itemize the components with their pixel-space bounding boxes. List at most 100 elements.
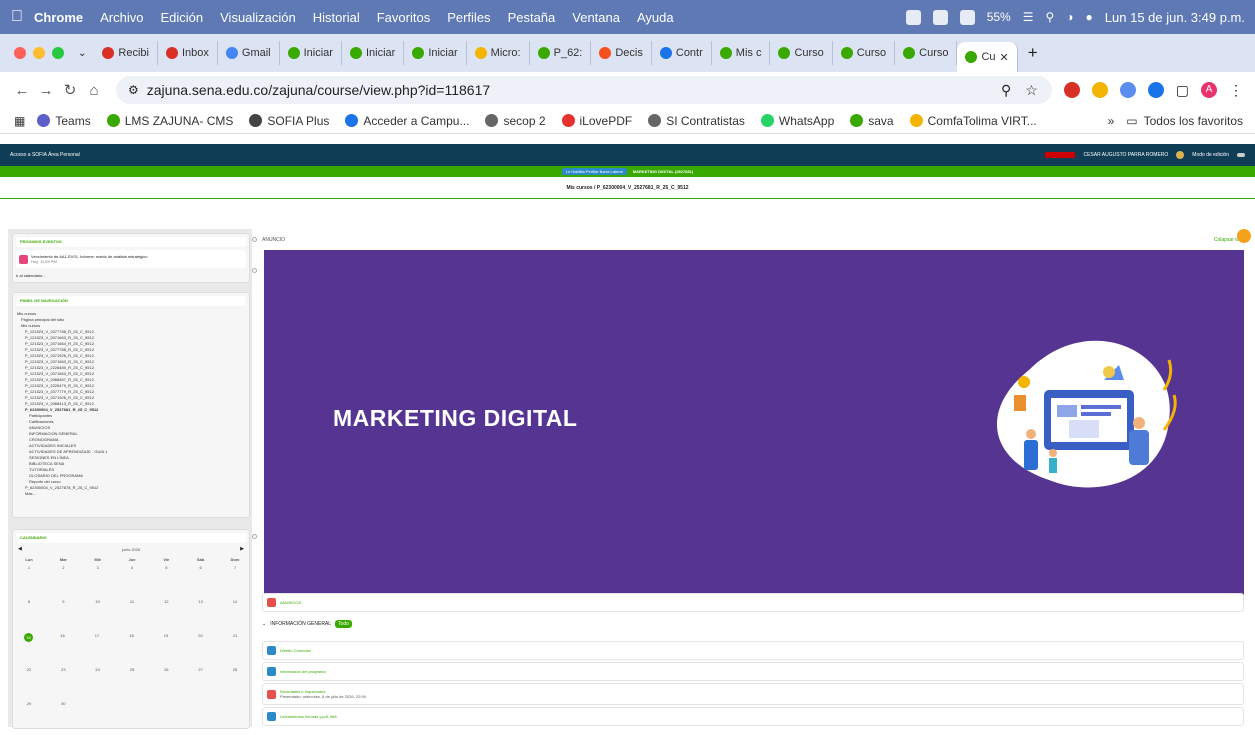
event-item[interactable]: Vencimiento de AA1-EV01. Informe: matriz…	[16, 250, 246, 268]
calendar-day[interactable]: 29	[19, 701, 39, 706]
calendar-day[interactable]: 18	[122, 633, 142, 638]
tab-6[interactable]: Micro:	[467, 41, 530, 65]
calendar-day[interactable]: 14	[225, 599, 245, 604]
url-field[interactable]: ⚙ zajuna.sena.edu.co/zajuna/course/view.…	[116, 76, 1052, 104]
minimize-window-button[interactable]	[33, 47, 45, 59]
tab-1[interactable]: Inbox	[158, 41, 218, 65]
calendar-day[interactable]: 30	[53, 701, 73, 706]
calendar-day[interactable]: 22	[19, 667, 39, 672]
calendar-day[interactable]: 17	[87, 633, 107, 638]
tab-10[interactable]: Mis c	[712, 41, 771, 65]
drag-handle[interactable]	[252, 237, 257, 242]
search-icon[interactable]: ⚲	[1045, 10, 1054, 24]
menu-edicion[interactable]: Edición	[160, 10, 203, 25]
anuncios-activity[interactable]: ANUNCIOS	[262, 593, 1244, 612]
tab-4[interactable]: Iniciar	[342, 41, 405, 65]
activity-link[interactable]: Diseño Curricular	[280, 648, 311, 653]
section-title[interactable]: INFORMACIÓN GENERAL	[270, 621, 331, 627]
menu-ventana[interactable]: Ventana	[572, 10, 620, 25]
menu-favoritos[interactable]: Favoritos	[377, 10, 430, 25]
calendar-day[interactable]: 20	[191, 633, 211, 638]
nav-tree-item[interactable]: Más...	[17, 491, 107, 497]
bookmark-6[interactable]: SI Contratistas	[648, 114, 745, 128]
menu-historial[interactable]: Historial	[313, 10, 360, 25]
all-bookmarks-link[interactable]: Todos los favoritos	[1144, 114, 1243, 128]
status-app-icon[interactable]	[905, 9, 921, 25]
bookmark-3[interactable]: Acceder a Campu...	[345, 114, 469, 128]
tab-3[interactable]: Iniciar	[280, 41, 342, 65]
calendar-day[interactable]: 19	[156, 633, 176, 638]
site-info-icon[interactable]: ⚙	[128, 83, 139, 97]
calendar-day[interactable]: 8	[19, 599, 39, 604]
extension-icon[interactable]	[1063, 82, 1080, 98]
menu-visualizacion[interactable]: Visualización	[220, 10, 296, 25]
next-month-icon[interactable]: ▶	[240, 546, 244, 552]
extension-icon[interactable]	[1091, 82, 1108, 98]
menu-pestana[interactable]: Pestaña	[508, 10, 556, 25]
breadcrumb[interactable]: Mis cursos / P_62300004_V_2527681_R_25_C…	[0, 177, 1255, 199]
tab-2[interactable]: Gmail	[218, 41, 280, 65]
more-bookmarks-icon[interactable]: »	[1108, 114, 1115, 128]
calendar-day[interactable]: 12	[156, 599, 176, 604]
prev-month-icon[interactable]: ◀	[18, 546, 22, 552]
tab-0[interactable]: Recibi	[94, 41, 158, 65]
calendar-day[interactable]: 27	[191, 667, 211, 672]
control-center-icon[interactable]: ◑	[1066, 10, 1073, 24]
activity-link[interactable]: Información del programa	[280, 669, 326, 674]
menu-ayuda[interactable]: Ayuda	[637, 10, 674, 25]
notification-chip[interactable]	[1045, 152, 1076, 158]
chevron-down-icon[interactable]: ⌄	[262, 621, 266, 627]
wifi-icon[interactable]: ☰	[1023, 10, 1034, 24]
bookmark-8[interactable]: sava	[850, 114, 894, 128]
calendar-day[interactable]: 13	[191, 599, 211, 604]
new-tab-icon[interactable]: +	[1028, 43, 1038, 63]
calendar-day[interactable]: 25	[122, 667, 142, 672]
activity-item[interactable]: Lineamientos normas y.pdf, 968	[262, 707, 1244, 726]
tab-9[interactable]: Contr	[652, 41, 712, 65]
section-header[interactable]: ⌄ INFORMACIÓN GENERAL Todo	[262, 620, 352, 628]
anuncios-link[interactable]: ANUNCIOS	[280, 600, 301, 605]
reload-icon[interactable]: ↻	[58, 81, 82, 99]
tab-active[interactable]: Cu ✕	[957, 42, 1018, 72]
calendar-day[interactable]: 23	[53, 667, 73, 672]
back-icon[interactable]: ←	[10, 82, 34, 99]
bookmark-5[interactable]: iLovePDF	[561, 114, 632, 128]
calendar-day[interactable]: 4	[122, 565, 142, 570]
calendar-day[interactable]: 5	[156, 565, 176, 570]
calendar-day[interactable]: 15	[24, 633, 33, 642]
go-to-calendar-link[interactable]: Ir al calendario...	[16, 273, 46, 278]
calendar-day[interactable]: 11	[122, 599, 142, 604]
zoom-icon[interactable]: ⚲	[1001, 82, 1011, 99]
tab-search-chevron-icon[interactable]: ⌄	[78, 48, 86, 59]
calendar-day[interactable]: 2	[53, 565, 73, 570]
calendar-day[interactable]: 3	[88, 565, 108, 570]
calendar-day[interactable]: 16	[53, 633, 73, 638]
close-tab-icon[interactable]: ✕	[1000, 51, 1009, 64]
calendar-day[interactable]: 1	[19, 565, 39, 570]
apple-icon[interactable]: 	[0, 8, 34, 26]
activity-link[interactable]: Lineamientos normas y.pdf, 968	[280, 714, 337, 719]
status-app-icon[interactable]	[959, 9, 975, 25]
bookmark-0[interactable]: Teams	[37, 114, 91, 128]
activity-item[interactable]: Novedades e Inquietudes Presentado: miérc…	[262, 683, 1244, 705]
clock[interactable]: Lun 15 de jun. 3:49 p.m.	[1105, 10, 1245, 25]
bookmark-7[interactable]: WhatsApp	[760, 114, 834, 128]
calendar-day[interactable]: 26	[156, 667, 176, 672]
bookmark-9[interactable]: ComfaTolima VIRT...	[909, 114, 1037, 128]
tab-13[interactable]: Curso	[895, 41, 958, 65]
edit-mode-toggle[interactable]	[1237, 153, 1245, 157]
profile-avatar[interactable]: A	[1201, 82, 1217, 98]
status-app-icon[interactable]	[932, 9, 948, 25]
user-avatar[interactable]	[1176, 151, 1185, 159]
tab-12[interactable]: Curso	[833, 41, 896, 65]
bookmark-1[interactable]: LMS ZAJUNA- CMS	[106, 114, 233, 128]
calendar-day[interactable]: 21	[225, 633, 245, 638]
extensions-puzzle-icon[interactable]: ▢	[1176, 82, 1189, 99]
close-window-button[interactable]	[14, 47, 26, 59]
tab-7[interactable]: P_62:	[530, 41, 592, 65]
drag-handle[interactable]	[252, 534, 257, 539]
battery-percent[interactable]: 55%	[987, 10, 1011, 24]
user-name[interactable]: CESAR AUGUSTO PARRA ROMERO	[1083, 152, 1168, 158]
activity-item[interactable]: Información del programa	[262, 662, 1244, 681]
calendar-day[interactable]: 9	[53, 599, 73, 604]
